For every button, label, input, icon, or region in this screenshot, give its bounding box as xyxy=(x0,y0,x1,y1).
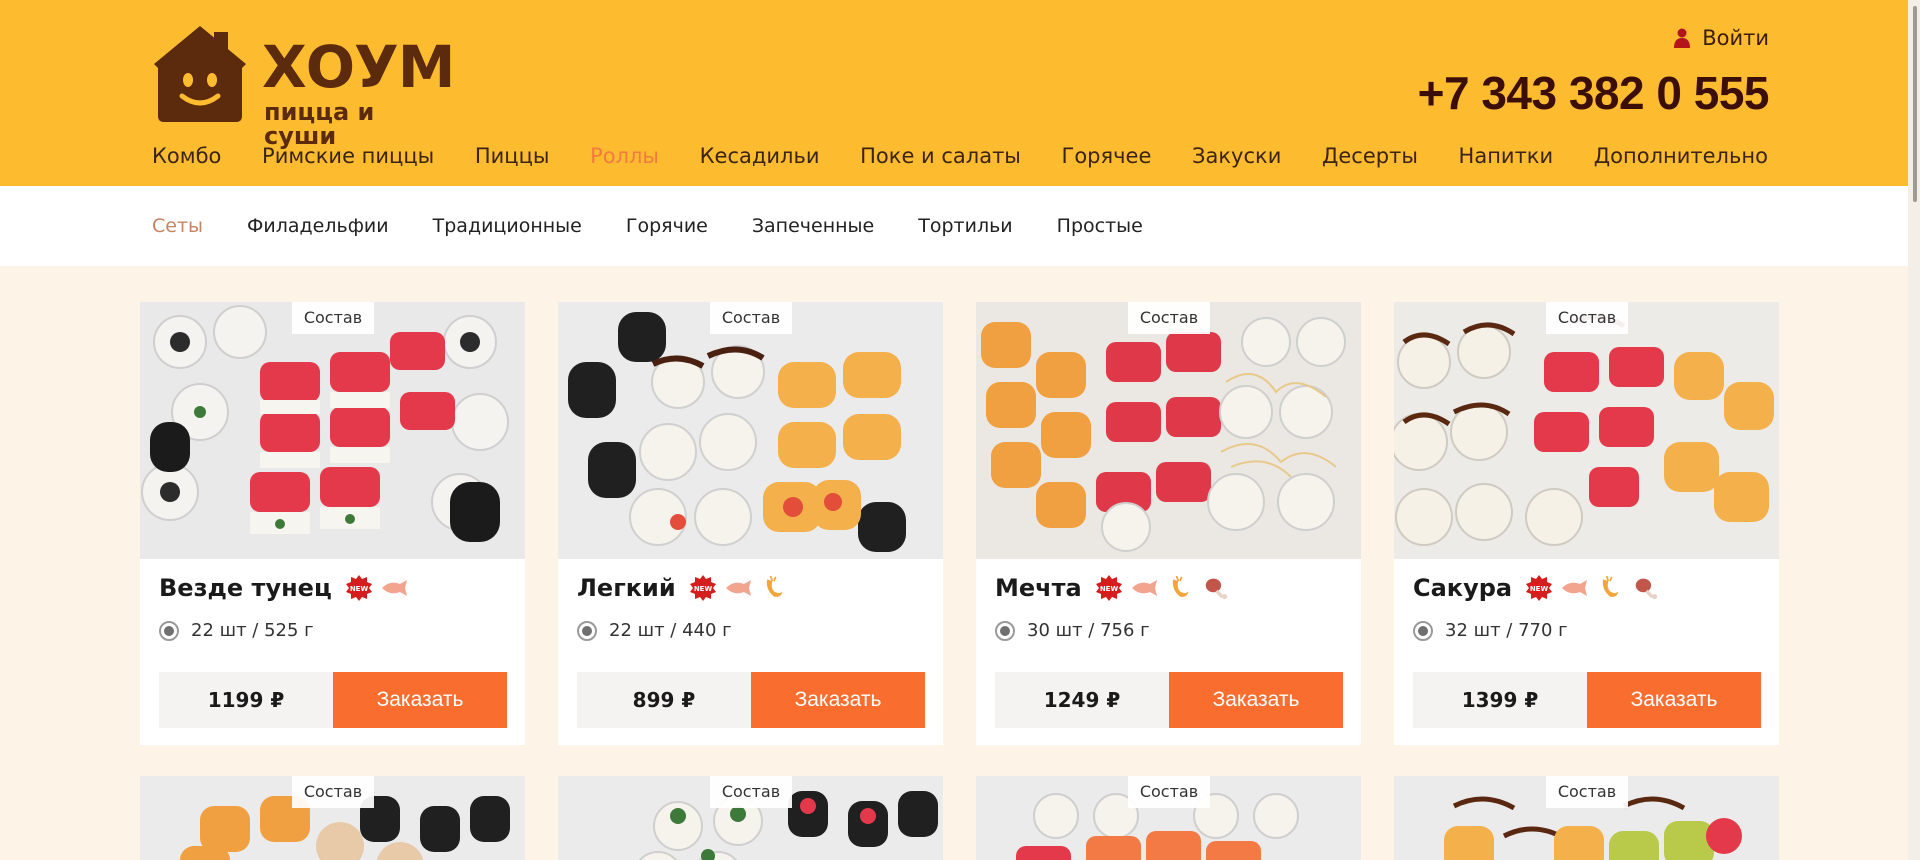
nav-item-pizza[interactable]: Пиццы xyxy=(475,144,550,168)
logo-title: ХОУМ xyxy=(262,33,455,101)
product-price: 1199 ₽ xyxy=(159,672,333,728)
composition-button[interactable]: Состав xyxy=(1128,302,1210,334)
fish-icon xyxy=(1562,580,1588,596)
nav-item-poke-salads[interactable]: Поке и салаты xyxy=(860,144,1021,168)
size-radio[interactable] xyxy=(159,620,179,641)
chicken-leg-icon xyxy=(1635,578,1658,600)
svg-text:NEW: NEW xyxy=(350,585,369,593)
page-scrollbar[interactable] xyxy=(1908,0,1920,860)
size-option[interactable]: 22 шт / 440 г xyxy=(577,620,732,641)
logo[interactable]: ХОУМ пицца и суши xyxy=(150,24,455,148)
order-button[interactable]: Заказать xyxy=(751,672,925,728)
subnav-item-philadelphia[interactable]: Филадельфии xyxy=(247,215,389,237)
product-card: Состав Мечта NEW 30 шт / 756 г 1249 ₽ За… xyxy=(976,302,1361,745)
fish-icon xyxy=(381,580,407,596)
new-badge-icon: NEW xyxy=(689,575,716,601)
phone-number[interactable]: +7 343 382 0 555 xyxy=(1418,66,1770,120)
new-badge-icon: NEW xyxy=(345,575,372,601)
new-badge-icon: NEW xyxy=(1526,575,1553,601)
product-image[interactable]: Состав xyxy=(558,302,943,559)
size-option-label: 30 шт / 756 г xyxy=(1027,620,1150,641)
product-price: 1249 ₽ xyxy=(995,672,1169,728)
product-card: Состав Легкий NEW 22 шт / 440 г 899 ₽ За… xyxy=(558,302,943,745)
product-image[interactable]: Состав xyxy=(140,302,525,559)
shrimp-icon xyxy=(1602,576,1619,597)
subnav-item-sets[interactable]: Сеты xyxy=(152,215,203,237)
nav-item-roman-pizza[interactable]: Римские пиццы xyxy=(262,144,434,168)
sub-nav: Сеты Филадельфии Традиционные Горячие За… xyxy=(0,186,1920,266)
logo-tagline: пицца и суши xyxy=(264,98,375,150)
size-option-label: 32 шт / 770 г xyxy=(1445,620,1568,641)
new-badge-icon: NEW xyxy=(1095,575,1122,601)
house-logo-icon xyxy=(154,26,246,122)
login-link[interactable]: Войти xyxy=(1674,26,1769,50)
composition-button[interactable]: Состав xyxy=(292,302,374,334)
nav-item-drinks[interactable]: Напитки xyxy=(1459,144,1554,168)
product-title: Мечта xyxy=(995,574,1082,602)
size-option[interactable]: 32 шт / 770 г xyxy=(1413,620,1568,641)
size-radio[interactable] xyxy=(577,620,597,641)
size-option-label: 22 шт / 525 г xyxy=(191,620,314,641)
chicken-leg-icon xyxy=(1205,578,1227,600)
product-card: Состав Везде тунец NEW 22 шт / 525 г 119… xyxy=(140,302,525,745)
product-card: Состав Сакура NEW 32 шт / 770 г 1399 ₽ З… xyxy=(1394,302,1779,745)
product-price: 1399 ₽ xyxy=(1413,672,1587,728)
main-nav: Комбо Римские пиццы Пиццы Роллы Кесадиль… xyxy=(152,144,1768,168)
size-option[interactable]: 22 шт / 525 г xyxy=(159,620,314,641)
product-title: Везде тунец xyxy=(159,574,332,602)
subnav-item-baked[interactable]: Запеченные xyxy=(752,215,874,237)
user-icon xyxy=(1674,28,1691,48)
composition-button[interactable]: Состав xyxy=(1128,776,1210,808)
product-price: 899 ₽ xyxy=(577,672,751,728)
subnav-item-traditional[interactable]: Традиционные xyxy=(433,215,582,237)
order-button[interactable]: Заказать xyxy=(1169,672,1343,728)
sushi-photo xyxy=(140,302,525,559)
product-title: Сакура xyxy=(1413,574,1513,602)
composition-button[interactable]: Состав xyxy=(710,776,792,808)
order-button[interactable]: Заказать xyxy=(333,672,507,728)
subnav-item-hot[interactable]: Горячие xyxy=(626,215,708,237)
nav-item-rolls[interactable]: Роллы xyxy=(590,144,659,168)
product-image[interactable]: Состав xyxy=(976,302,1361,559)
product-card: Состав xyxy=(558,776,943,860)
site-header: ХОУМ пицца и суши Войти +7 343 382 0 555… xyxy=(0,0,1920,186)
product-card: Состав xyxy=(140,776,525,860)
nav-item-quesadillas[interactable]: Кесадильи xyxy=(700,144,820,168)
svg-text:NEW: NEW xyxy=(1530,585,1549,593)
product-title: Легкий xyxy=(577,574,676,602)
svg-text:NEW: NEW xyxy=(693,585,712,593)
sushi-photo xyxy=(976,302,1361,559)
svg-text:NEW: NEW xyxy=(1100,585,1119,593)
nav-item-hot[interactable]: Горячее xyxy=(1062,144,1152,168)
size-radio[interactable] xyxy=(995,620,1015,641)
fish-icon xyxy=(1131,580,1157,596)
shrimp-icon xyxy=(766,576,783,597)
order-button[interactable]: Заказать xyxy=(1587,672,1761,728)
fish-icon xyxy=(725,580,751,596)
composition-button[interactable]: Состав xyxy=(292,776,374,808)
product-card: Состав xyxy=(1394,776,1779,860)
composition-button[interactable]: Состав xyxy=(1546,302,1628,334)
size-option[interactable]: 30 шт / 756 г xyxy=(995,620,1150,641)
subnav-item-tortillas[interactable]: Тортильи xyxy=(918,215,1012,237)
login-label: Войти xyxy=(1702,26,1769,50)
nav-item-snacks[interactable]: Закуски xyxy=(1192,144,1281,168)
composition-button[interactable]: Состав xyxy=(1546,776,1628,808)
product-image[interactable]: Состав xyxy=(1394,302,1779,559)
shrimp-icon xyxy=(1172,576,1189,597)
sushi-photo xyxy=(1394,302,1779,559)
sushi-photo xyxy=(558,302,943,559)
nav-item-extra[interactable]: Дополнительно xyxy=(1594,144,1768,168)
nav-item-desserts[interactable]: Десерты xyxy=(1322,144,1418,168)
product-card: Состав xyxy=(976,776,1361,860)
scrollbar-thumb[interactable] xyxy=(1913,6,1917,202)
subnav-item-simple[interactable]: Простые xyxy=(1057,215,1143,237)
size-radio[interactable] xyxy=(1413,620,1433,641)
size-option-label: 22 шт / 440 г xyxy=(609,620,732,641)
composition-button[interactable]: Состав xyxy=(710,302,792,334)
nav-item-combo[interactable]: Комбо xyxy=(152,144,221,168)
